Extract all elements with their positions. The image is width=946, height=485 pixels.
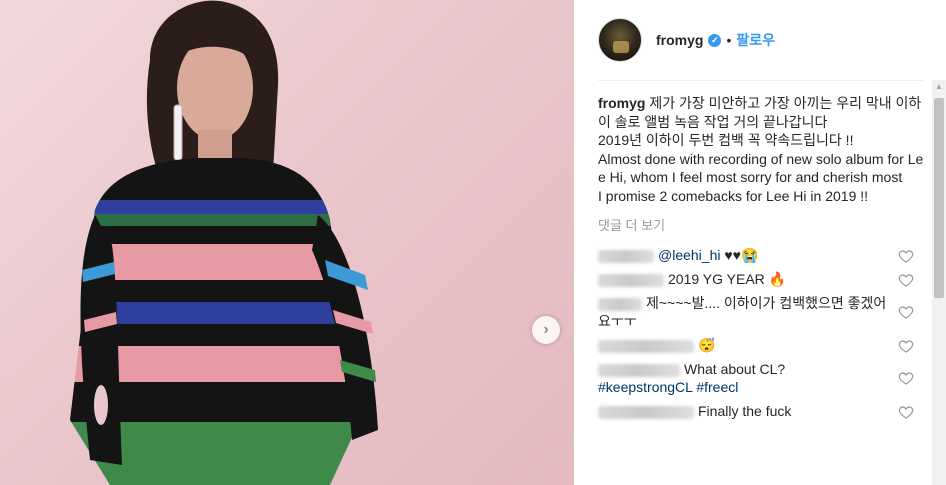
separator-dot: • [726, 32, 732, 48]
caption-text: 제가 가장 미안하고 가장 아끼는 우리 막내 이하이 솔로 앨범 녹음 작업 … [598, 95, 924, 204]
heart-outline-icon[interactable] [898, 338, 914, 354]
comment-text: What about CL? [684, 361, 786, 377]
blurred-username [598, 405, 694, 419]
scroll-thumb[interactable] [934, 98, 944, 298]
comment-item: 제~~~~발.... 이하이가 컴백했으면 좋겠어요ㅜㅜ [598, 294, 928, 330]
header-divider [598, 80, 924, 81]
photo-illustration [70, 0, 378, 485]
chevron-right-icon: › [543, 321, 549, 338]
comment-item: 2019 YG YEAR 🔥 [598, 270, 928, 288]
scroll-up-arrow-icon[interactable]: ▲ [932, 82, 946, 94]
comment-item: 😴 [598, 336, 928, 354]
header-username[interactable]: fromyg [656, 32, 703, 48]
follow-button[interactable]: 팔로우 [736, 30, 775, 50]
comment-mention[interactable]: @leehi_hi [658, 247, 720, 263]
post-photo: › [0, 0, 574, 485]
comment-item: @leehi_hi ♥♥😭 [598, 246, 928, 264]
next-photo-button[interactable]: › [532, 316, 560, 344]
comments-scrollbar[interactable]: ▲ [932, 80, 946, 485]
comment-item: Finally the fuck [598, 402, 928, 420]
blurred-username [598, 363, 680, 377]
comment-text: ♥♥😭 [720, 247, 759, 263]
heart-outline-icon[interactable] [898, 404, 914, 420]
avatar[interactable] [598, 18, 642, 62]
comment-text: 2019 YG YEAR 🔥 [668, 271, 787, 287]
heart-outline-icon[interactable] [898, 248, 914, 264]
view-more-comments-link[interactable]: 댓글 더 보기 [598, 215, 928, 234]
post-caption: fromyg 제가 가장 미안하고 가장 아끼는 우리 막내 이하이 솔로 앨범… [598, 94, 928, 205]
heart-outline-icon[interactable] [898, 272, 914, 288]
comment-text: Finally the fuck [698, 403, 792, 419]
heart-outline-icon[interactable] [898, 370, 914, 386]
blurred-username [598, 297, 642, 311]
comment-list: @leehi_hi ♥♥😭 2019 YG YEAR 🔥 제~~~~발.... … [598, 246, 928, 420]
comment-hashtags[interactable]: #keepstrongCL #freecl [598, 379, 738, 395]
comment-item: What about CL? #keepstrongCL #freecl [598, 360, 928, 396]
heart-outline-icon[interactable] [898, 304, 914, 320]
blurred-username [598, 273, 664, 287]
post-content: fromyg 제가 가장 미안하고 가장 아끼는 우리 막내 이하이 솔로 앨범… [598, 94, 928, 426]
post-side-panel: fromyg ✓ • 팔로우 fromyg 제가 가장 미안하고 가장 아끼는 … [574, 0, 946, 485]
blurred-username [598, 339, 694, 353]
caption-username[interactable]: fromyg [598, 95, 645, 111]
blurred-username [598, 249, 654, 263]
post-header: fromyg ✓ • 팔로우 [598, 14, 924, 66]
verified-badge-icon: ✓ [708, 33, 722, 47]
comment-text: 😴 [698, 337, 716, 353]
